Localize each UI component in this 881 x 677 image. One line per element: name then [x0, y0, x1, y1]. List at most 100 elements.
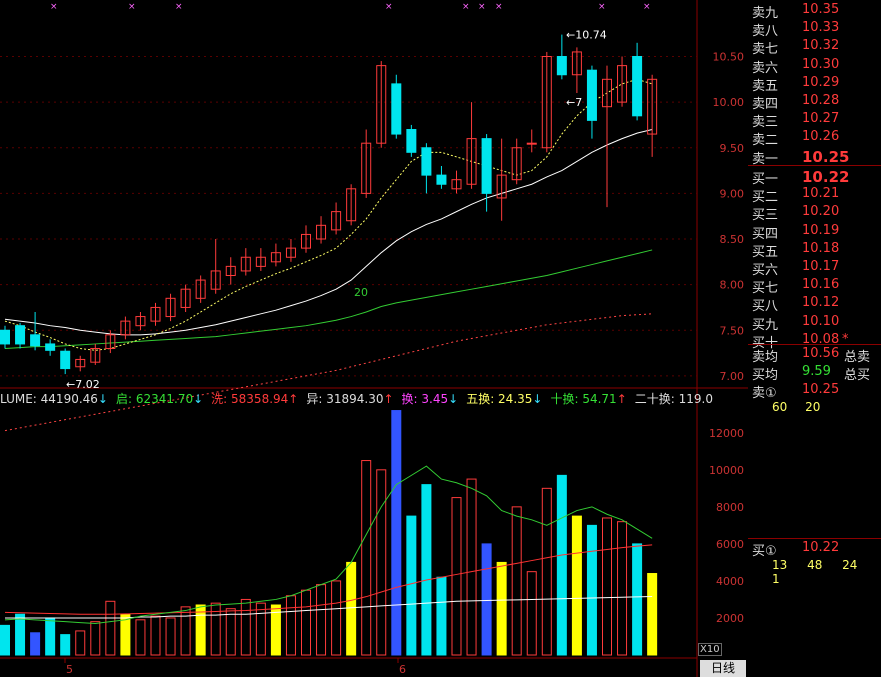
signal-marker: ×	[478, 2, 486, 12]
volume-bar	[90, 621, 101, 656]
volume-bar	[225, 608, 236, 656]
order-price: 10.18	[802, 240, 840, 256]
volume-bar	[632, 543, 643, 656]
order-label: 买均	[752, 368, 779, 383]
signal-marker: ×	[643, 2, 651, 12]
candle-body	[586, 69, 597, 121]
indicator-item: LUME: 44190.46↓	[0, 392, 108, 406]
volume-bar	[75, 630, 86, 656]
candle-body	[30, 334, 41, 347]
buy-level: 买二 10.21	[748, 186, 881, 206]
order-price: 10.29	[802, 74, 840, 90]
order-price: 10.56	[802, 346, 840, 361]
indicator-item: 异: 31894.30↑	[306, 392, 394, 406]
buy-level: 买五 10.18	[748, 240, 881, 260]
volume-bar	[45, 617, 56, 656]
volume-bar	[511, 506, 522, 656]
order-label: 买①	[752, 544, 777, 559]
order-label: 卖①	[752, 386, 777, 401]
order-label: 卖二	[752, 133, 779, 149]
order-price: 10.12	[802, 295, 840, 311]
separator	[748, 165, 881, 166]
candle-body	[15, 325, 26, 345]
order-label: 买二	[752, 190, 779, 206]
volume-bar	[240, 598, 251, 656]
price-tick-label: 8.00	[720, 279, 745, 292]
candle-body	[526, 142, 537, 145]
ma-label: 20	[354, 286, 368, 299]
order-label: 买三	[752, 208, 779, 224]
price-tick-label: 7.00	[720, 370, 745, 383]
order-label: 买八	[752, 299, 779, 315]
buy-level: 买三 10.20	[748, 204, 881, 224]
volume-bar	[60, 634, 71, 656]
volume-bar	[526, 571, 537, 656]
volume-bar	[451, 497, 462, 656]
volume-bar	[406, 515, 417, 656]
buy-level: 买七 10.16	[748, 277, 881, 296]
volume-bar	[301, 589, 311, 656]
volume-tick-label: 8000	[716, 501, 744, 514]
buy1-summary: 买① 10.22	[748, 540, 881, 559]
order-price: 10.26	[802, 129, 840, 145]
candle-body	[556, 56, 567, 76]
candle-body	[436, 174, 447, 185]
sell-level: 卖二 10.26	[748, 129, 881, 149]
volume-bar	[331, 580, 342, 656]
sell-level: 卖八 10.33	[748, 20, 881, 39]
order-price: 10.28	[802, 93, 840, 108]
price-tick-label: 9.50	[720, 142, 745, 155]
order-price: 10.35	[802, 2, 840, 17]
candle-body	[45, 343, 56, 351]
volume-bar	[481, 543, 492, 656]
order-price: 10.30	[802, 56, 840, 72]
price-tick-label: 7.50	[720, 324, 745, 337]
volume-tick-label: 2000	[716, 612, 744, 625]
order-price: 10.20	[802, 204, 840, 220]
order-label: 卖五	[752, 78, 779, 94]
order-book-panel: 卖九 10.35 卖八 10.33 卖七 10.32 卖六 10.30 卖五 10.29 卖四 10.…	[748, 0, 881, 677]
order-label: 买一	[752, 172, 779, 187]
volume-bar	[541, 487, 552, 656]
buy-level: 买九 10.10	[748, 314, 881, 333]
order-label: 卖一	[752, 151, 779, 167]
sell-level: 卖三 10.27	[748, 111, 881, 131]
buy-level: 买八 10.12	[748, 295, 881, 315]
volume-bar	[361, 460, 372, 656]
order-price: 10.19	[802, 222, 840, 238]
volume-bar	[165, 617, 176, 656]
buy-level: 买一 10.22	[748, 168, 881, 187]
indicator-item: 十换: 54.71↑	[550, 392, 627, 406]
indicator-item: 二十换: 119.0	[634, 392, 713, 406]
separator	[748, 344, 881, 345]
order-label: 卖均	[752, 350, 779, 365]
volume-bar	[496, 561, 507, 656]
volume-bar	[105, 600, 116, 656]
period-daily-button[interactable]: 日线	[700, 660, 746, 677]
volume-bar	[316, 584, 327, 656]
volume-bar	[571, 515, 582, 656]
order-price: 10.25	[802, 382, 840, 397]
price-tick-label: 9.00	[720, 187, 745, 200]
indicator-bar: LUME: 44190.46↓ 启: 62341.70↓ 洗: 58358.94↑ 异…	[0, 390, 721, 406]
sell-level: 卖六 10.30	[748, 56, 881, 76]
volume-bar	[285, 595, 296, 656]
order-label: 卖三	[752, 115, 779, 131]
indicator-item: 启: 62341.70↓	[115, 392, 204, 406]
order-label: 卖四	[752, 97, 779, 112]
sell-level: 卖七 10.32	[748, 38, 881, 58]
signal-marker: ×	[128, 2, 136, 12]
zoom-x10-label[interactable]: X10	[698, 643, 722, 656]
kline-chart[interactable]: 10.50 10.00 9.50 9.00 8.50 8.00 7.50 7.00 12000 1…	[0, 0, 748, 677]
order-label: 卖七	[752, 42, 779, 58]
sell-level: 卖五 10.29	[748, 74, 881, 94]
sell1-summary: 卖① 10.25	[748, 382, 881, 401]
signal-marker: ×	[385, 2, 393, 12]
order-price: 10.32	[802, 38, 840, 54]
volume-tick-label: 4000	[716, 575, 744, 588]
buy-level: 买六 10.17	[748, 259, 881, 278]
volume-bar	[436, 576, 447, 656]
order-price: 10.33	[802, 20, 840, 36]
volume-tick-label: 10000	[709, 464, 744, 477]
sell-level: 卖四 10.28	[748, 93, 881, 112]
